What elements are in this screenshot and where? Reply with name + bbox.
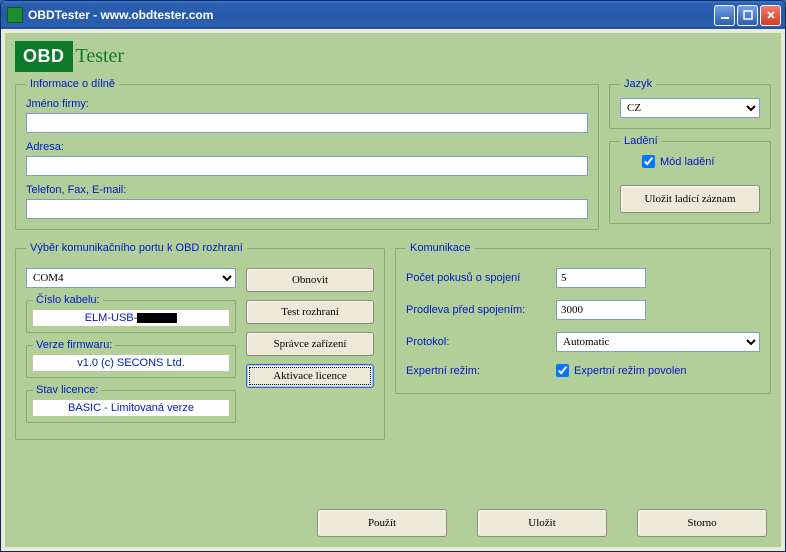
license-value: BASIC - Limitovaná verze bbox=[33, 400, 229, 416]
address-input[interactable] bbox=[26, 156, 588, 176]
port-group: Výběr komunikačního portu k OBD rozhraní… bbox=[15, 242, 385, 440]
workshop-group: Informace o dílně Jméno firmy: Adresa: T… bbox=[15, 78, 599, 230]
communication-group: Komunikace Počet pokusů o spojení Prodle… bbox=[395, 242, 771, 394]
protocol-label: Protokol: bbox=[406, 336, 556, 348]
expert-checkbox-label[interactable]: Expertní režim povolen bbox=[556, 364, 760, 377]
cancel-button[interactable]: Storno bbox=[637, 509, 767, 537]
expert-label: Expertní režim: bbox=[406, 365, 556, 377]
apply-button[interactable]: Použít bbox=[317, 509, 447, 537]
window-title: OBDTester - www.obdtester.com bbox=[28, 8, 714, 22]
company-input[interactable] bbox=[26, 113, 588, 133]
language-legend: Jazyk bbox=[620, 78, 656, 90]
debug-mode-text: Mód ladění bbox=[660, 156, 714, 168]
expert-checkbox[interactable] bbox=[556, 364, 569, 377]
delay-label: Prodleva před spojením: bbox=[406, 304, 556, 316]
minimize-button[interactable] bbox=[714, 5, 735, 26]
firmware-legend: Verze firmwaru: bbox=[33, 339, 115, 351]
language-select[interactable]: CZ bbox=[620, 98, 760, 118]
workshop-legend: Informace o dílně bbox=[26, 78, 119, 90]
cable-value: ELM-USB- bbox=[33, 310, 229, 326]
attempts-label: Počet pokusů o spojení bbox=[406, 272, 556, 284]
content-area: OBD Tester Informace o dílně Jméno firmy… bbox=[5, 33, 781, 547]
contact-input[interactable] bbox=[26, 199, 588, 219]
minimize-icon bbox=[720, 10, 730, 20]
firmware-group: Verze firmwaru: v1.0 (c) SECONS Ltd. bbox=[26, 339, 236, 378]
communication-legend: Komunikace bbox=[406, 242, 475, 254]
save-button[interactable]: Uložit bbox=[477, 509, 607, 537]
language-group: Jazyk CZ bbox=[609, 78, 771, 129]
test-interface-button[interactable]: Test rozhraní bbox=[246, 300, 374, 324]
redacted-text bbox=[137, 313, 177, 323]
activate-license-button[interactable]: Aktivace licence bbox=[246, 364, 374, 388]
cable-group: Číslo kabelu: ELM-USB- bbox=[26, 294, 236, 333]
logo-text: Tester bbox=[76, 45, 125, 68]
debug-group: Ladění Mód ladění Uložit ladící záznam bbox=[609, 135, 771, 224]
device-manager-button[interactable]: Správce zařízení bbox=[246, 332, 374, 356]
debug-mode-checkbox[interactable] bbox=[642, 155, 655, 168]
logo: OBD Tester bbox=[15, 41, 124, 72]
protocol-select[interactable]: Automatic bbox=[556, 332, 760, 352]
cable-legend: Číslo kabelu: bbox=[33, 294, 103, 306]
address-label: Adresa: bbox=[26, 141, 588, 153]
port-legend: Výběr komunikačního portu k OBD rozhraní bbox=[26, 242, 247, 254]
refresh-button[interactable]: Obnovit bbox=[246, 268, 374, 292]
firmware-value: v1.0 (c) SECONS Ltd. bbox=[33, 355, 229, 371]
app-window: OBDTester - www.obdtester.com OBD Tester… bbox=[0, 0, 786, 552]
expert-checkbox-text: Expertní režim povolen bbox=[574, 365, 687, 377]
license-group: Stav licence: BASIC - Limitovaná verze bbox=[26, 384, 236, 423]
contact-label: Telefon, Fax, E-mail: bbox=[26, 184, 588, 196]
maximize-button[interactable] bbox=[737, 5, 758, 26]
maximize-icon bbox=[743, 10, 753, 20]
dialog-buttons: Použít Uložit Storno bbox=[317, 509, 767, 537]
logo-box: OBD bbox=[15, 41, 73, 72]
company-label: Jméno firmy: bbox=[26, 98, 588, 110]
delay-input[interactable] bbox=[556, 300, 646, 320]
close-button[interactable] bbox=[760, 5, 781, 26]
save-debug-button[interactable]: Uložit ladící záznam bbox=[620, 185, 760, 213]
app-icon bbox=[7, 7, 23, 23]
close-icon bbox=[766, 10, 776, 20]
debug-mode-checkbox-label[interactable]: Mód ladění bbox=[642, 155, 714, 168]
titlebar[interactable]: OBDTester - www.obdtester.com bbox=[1, 1, 785, 29]
debug-legend: Ladění bbox=[620, 135, 662, 147]
attempts-input[interactable] bbox=[556, 268, 646, 288]
port-select[interactable]: COM4 bbox=[26, 268, 236, 288]
license-legend: Stav licence: bbox=[33, 384, 101, 396]
